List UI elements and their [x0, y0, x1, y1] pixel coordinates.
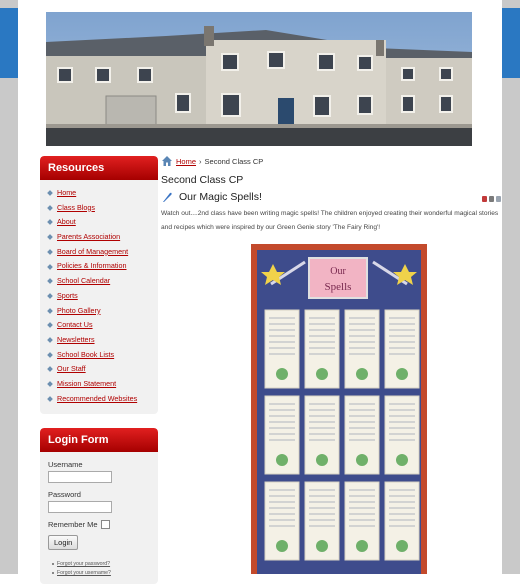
- sidebar-item[interactable]: Our Staff: [47, 362, 158, 377]
- sidebar-link[interactable]: Photo Gallery: [57, 306, 101, 315]
- left-frame-bar: [0, 0, 18, 574]
- spells-board-photo: Our Spells: [251, 244, 427, 574]
- breadcrumb: Home › Second Class CP: [161, 154, 501, 168]
- sidebar-link[interactable]: Policies & Information: [57, 261, 127, 270]
- bullet-icon: [47, 278, 53, 285]
- sidebar-link[interactable]: Recommended Websites: [57, 394, 137, 403]
- forgot-password-item: Forgot your password?: [52, 560, 150, 569]
- bullet-icon: [47, 381, 53, 387]
- sidebar-item[interactable]: Board of Management: [47, 245, 158, 260]
- sidebar-link[interactable]: Mission Statement: [57, 379, 116, 388]
- sidebar-link[interactable]: Home: [57, 188, 76, 197]
- bullet-icon: [47, 190, 53, 196]
- login-title: Login Form: [40, 428, 158, 453]
- spells-board-image: Our Spells: [251, 244, 427, 574]
- sidebar-link[interactable]: Board of Management: [57, 247, 128, 256]
- sidebar-link[interactable]: School Book Lists: [57, 350, 114, 359]
- sidebar-item[interactable]: Policies & Information: [47, 259, 158, 274]
- sidebar-item[interactable]: Sports: [47, 289, 158, 304]
- pdf-icon[interactable]: [482, 196, 487, 202]
- login-form: Username Password Remember Me Login Forg…: [40, 452, 158, 584]
- bullet-icon: [47, 322, 53, 329]
- house-icon: [162, 156, 172, 166]
- sidebar: Resources Home Class Blogs About Parents As…: [40, 156, 158, 584]
- password-label: Password: [48, 490, 81, 500]
- sidebar-item[interactable]: Contact Us: [47, 318, 158, 333]
- sidebar-item[interactable]: Photo Gallery: [47, 304, 158, 319]
- bullet-icon: [47, 307, 53, 314]
- bullet-icon: [47, 249, 53, 255]
- bullet-icon: [47, 366, 53, 373]
- sidebar-link[interactable]: About: [57, 217, 76, 226]
- main-content: Home › Second Class CP Second Class CP O…: [161, 154, 501, 235]
- bullet-icon: [47, 204, 53, 211]
- sidebar-item[interactable]: Parents Association: [47, 230, 158, 245]
- email-icon[interactable]: [496, 196, 501, 202]
- forgot-username-link[interactable]: Forgot your username?: [57, 570, 111, 576]
- sidebar-link[interactable]: Newsletters: [57, 335, 95, 344]
- breadcrumb-separator: ›: [199, 156, 202, 166]
- username-field[interactable]: [48, 471, 112, 484]
- article-title: Our Magic Spells!: [179, 191, 262, 203]
- print-icon[interactable]: [489, 196, 494, 202]
- sidebar-link[interactable]: Parents Association: [57, 232, 120, 241]
- quill-icon: [163, 192, 172, 202]
- sign-line1: Our: [330, 266, 346, 277]
- remember-checkbox[interactable]: [100, 520, 110, 530]
- sidebar-item[interactable]: School Book Lists: [47, 348, 158, 363]
- username-label: Username: [48, 460, 83, 470]
- password-field[interactable]: [48, 501, 112, 514]
- sidebar-item[interactable]: About: [47, 215, 158, 230]
- left-blue-accent: [0, 8, 18, 78]
- sidebar-link[interactable]: Our Staff: [57, 364, 86, 373]
- category-title: Second Class CP: [161, 174, 244, 186]
- page-container: Resources Home Class Blogs About Parents As…: [18, 0, 502, 584]
- login-links: Forgot your password? Forgot your userna…: [48, 560, 150, 578]
- sidebar-item[interactable]: School Calendar: [47, 274, 158, 289]
- resources-menu: Home Class Blogs About Parents Association B…: [40, 180, 158, 414]
- login-module: Login Form Username Password Remember Me…: [40, 428, 158, 584]
- right-blue-accent: [502, 8, 520, 78]
- resources-module: Resources Home Class Blogs About Parents As…: [40, 156, 158, 415]
- bullet-icon: [47, 293, 53, 299]
- sidebar-link[interactable]: Contact Us: [57, 320, 93, 329]
- sidebar-link[interactable]: Class Blogs: [57, 203, 95, 212]
- bullet-icon: [47, 395, 53, 402]
- article-title-row: Our Magic Spells!: [161, 191, 501, 203]
- bullet-icon: [47, 351, 53, 358]
- remember-label: Remember Me: [48, 520, 98, 530]
- resources-title: Resources: [40, 156, 158, 180]
- header-banner-photo: [46, 12, 472, 146]
- article-intro: Watch out....2nd class have been writing…: [161, 210, 499, 231]
- remember-row: Remember Me: [48, 520, 150, 530]
- sidebar-item[interactable]: Class Blogs: [47, 201, 158, 216]
- bullet-icon: [47, 337, 53, 343]
- login-button[interactable]: Login: [48, 535, 79, 551]
- bullet-icon: [52, 562, 54, 565]
- breadcrumb-current: Second Class CP: [204, 156, 264, 166]
- sidebar-link[interactable]: School Calendar: [57, 276, 110, 285]
- breadcrumb-home-link[interactable]: Home: [176, 157, 196, 166]
- bullet-icon: [47, 234, 53, 240]
- school-building-image: [46, 12, 472, 146]
- article-tools: [482, 196, 501, 202]
- sidebar-item[interactable]: Recommended Websites: [47, 392, 158, 407]
- bullet-icon: [47, 263, 53, 270]
- sidebar-item[interactable]: Newsletters: [47, 333, 158, 348]
- sidebar-link[interactable]: Sports: [57, 291, 78, 300]
- right-frame-bar: [502, 0, 520, 574]
- sign-line2: Spells: [325, 281, 352, 293]
- sidebar-item[interactable]: Mission Statement: [47, 377, 158, 392]
- sidebar-item[interactable]: Home: [47, 186, 158, 201]
- bullet-icon: [47, 219, 53, 226]
- forgot-password-link[interactable]: Forgot your password?: [57, 561, 110, 567]
